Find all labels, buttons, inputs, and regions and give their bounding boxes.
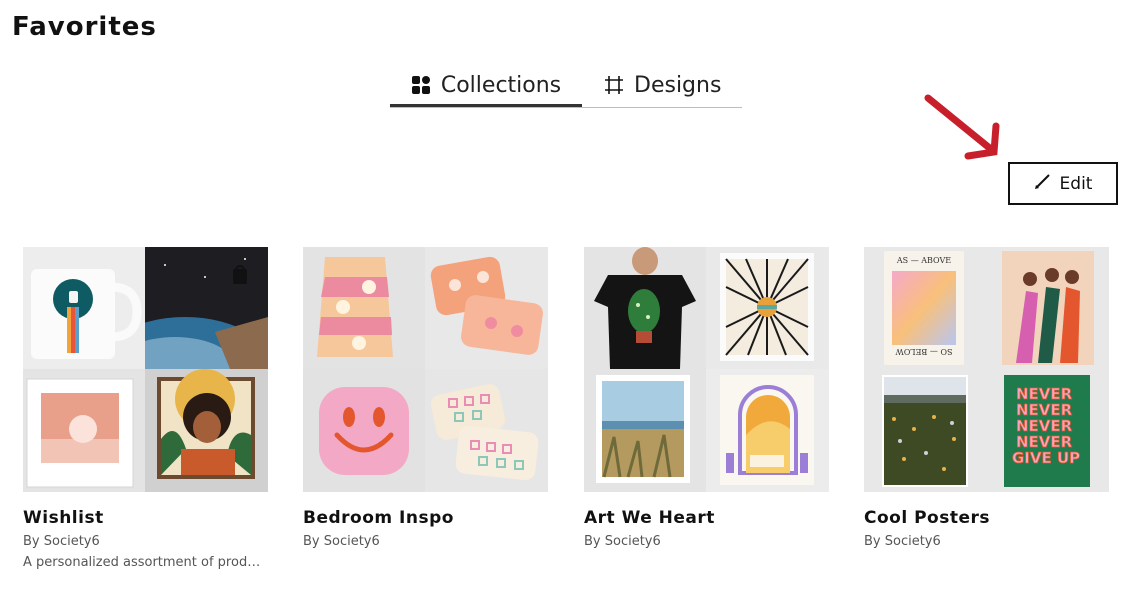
collection-title[interactable]: Art We Heart bbox=[584, 508, 829, 528]
collection-thumbnail-grid[interactable]: AS — ABOVE SO — BELOW NEVER NEVER NEVER … bbox=[864, 247, 1109, 492]
slogan-line: GIVE UP bbox=[1012, 449, 1080, 467]
tab-collections-label: Collections bbox=[440, 72, 562, 98]
product-image: NEVER NEVER NEVER NEVER GIVE UP bbox=[986, 369, 1109, 492]
collection-card-art-we-heart[interactable]: Art We Heart By Society6 bbox=[584, 247, 829, 549]
product-image bbox=[864, 369, 986, 492]
product-image bbox=[23, 369, 145, 492]
collection-thumbnail-grid[interactable] bbox=[303, 247, 548, 492]
product-image bbox=[23, 247, 145, 369]
collection-title[interactable]: Bedroom Inspo bbox=[303, 508, 548, 528]
product-image bbox=[425, 247, 548, 369]
product-image bbox=[303, 369, 425, 492]
poster-text-top: AS — ABOVE bbox=[896, 256, 951, 265]
product-image bbox=[706, 247, 829, 369]
collection-thumbnail-grid[interactable] bbox=[23, 247, 268, 492]
product-image bbox=[986, 247, 1109, 369]
collection-card-bedroom-inspo[interactable]: Bedroom Inspo By Society6 bbox=[303, 247, 548, 549]
collection-title[interactable]: Cool Posters bbox=[864, 508, 1109, 528]
collection-card-cool-posters[interactable]: AS — ABOVE SO — BELOW NEVER NEVER NEVER … bbox=[864, 247, 1109, 549]
crop-icon bbox=[604, 75, 624, 95]
grid-icon bbox=[411, 75, 431, 95]
collection-description: A personalized assortment of product... bbox=[23, 555, 268, 570]
annotation-arrow bbox=[924, 94, 1000, 160]
lock-icon bbox=[231, 265, 249, 289]
product-image bbox=[145, 247, 268, 369]
tab-designs-label: Designs bbox=[634, 72, 722, 98]
product-image bbox=[584, 247, 706, 369]
product-image bbox=[706, 369, 829, 492]
product-image bbox=[303, 247, 425, 369]
edit-button-label: Edit bbox=[1059, 173, 1093, 194]
collection-author: By Society6 bbox=[23, 534, 100, 549]
collection-card-wishlist[interactable]: Wishlist By Society6 A personalized asso… bbox=[23, 247, 268, 570]
poster-text-bottom: SO — BELOW bbox=[895, 347, 953, 356]
collection-title[interactable]: Wishlist bbox=[23, 508, 268, 528]
tab-collections[interactable]: Collections bbox=[390, 66, 582, 107]
collection-author: By Society6 bbox=[303, 534, 380, 549]
product-image bbox=[584, 369, 706, 492]
product-image bbox=[145, 369, 268, 492]
product-image: AS — ABOVE SO — BELOW bbox=[864, 247, 986, 369]
edit-button[interactable]: Edit bbox=[1008, 162, 1118, 205]
tab-designs[interactable]: Designs bbox=[604, 66, 722, 104]
product-image bbox=[425, 369, 548, 492]
page-title: Favorites bbox=[12, 12, 157, 42]
collection-author: By Society6 bbox=[864, 534, 941, 549]
pencil-icon bbox=[1034, 172, 1052, 195]
collection-thumbnail-grid[interactable] bbox=[584, 247, 829, 492]
collection-author: By Society6 bbox=[584, 534, 661, 549]
tab-bar: Collections Designs bbox=[390, 66, 742, 108]
